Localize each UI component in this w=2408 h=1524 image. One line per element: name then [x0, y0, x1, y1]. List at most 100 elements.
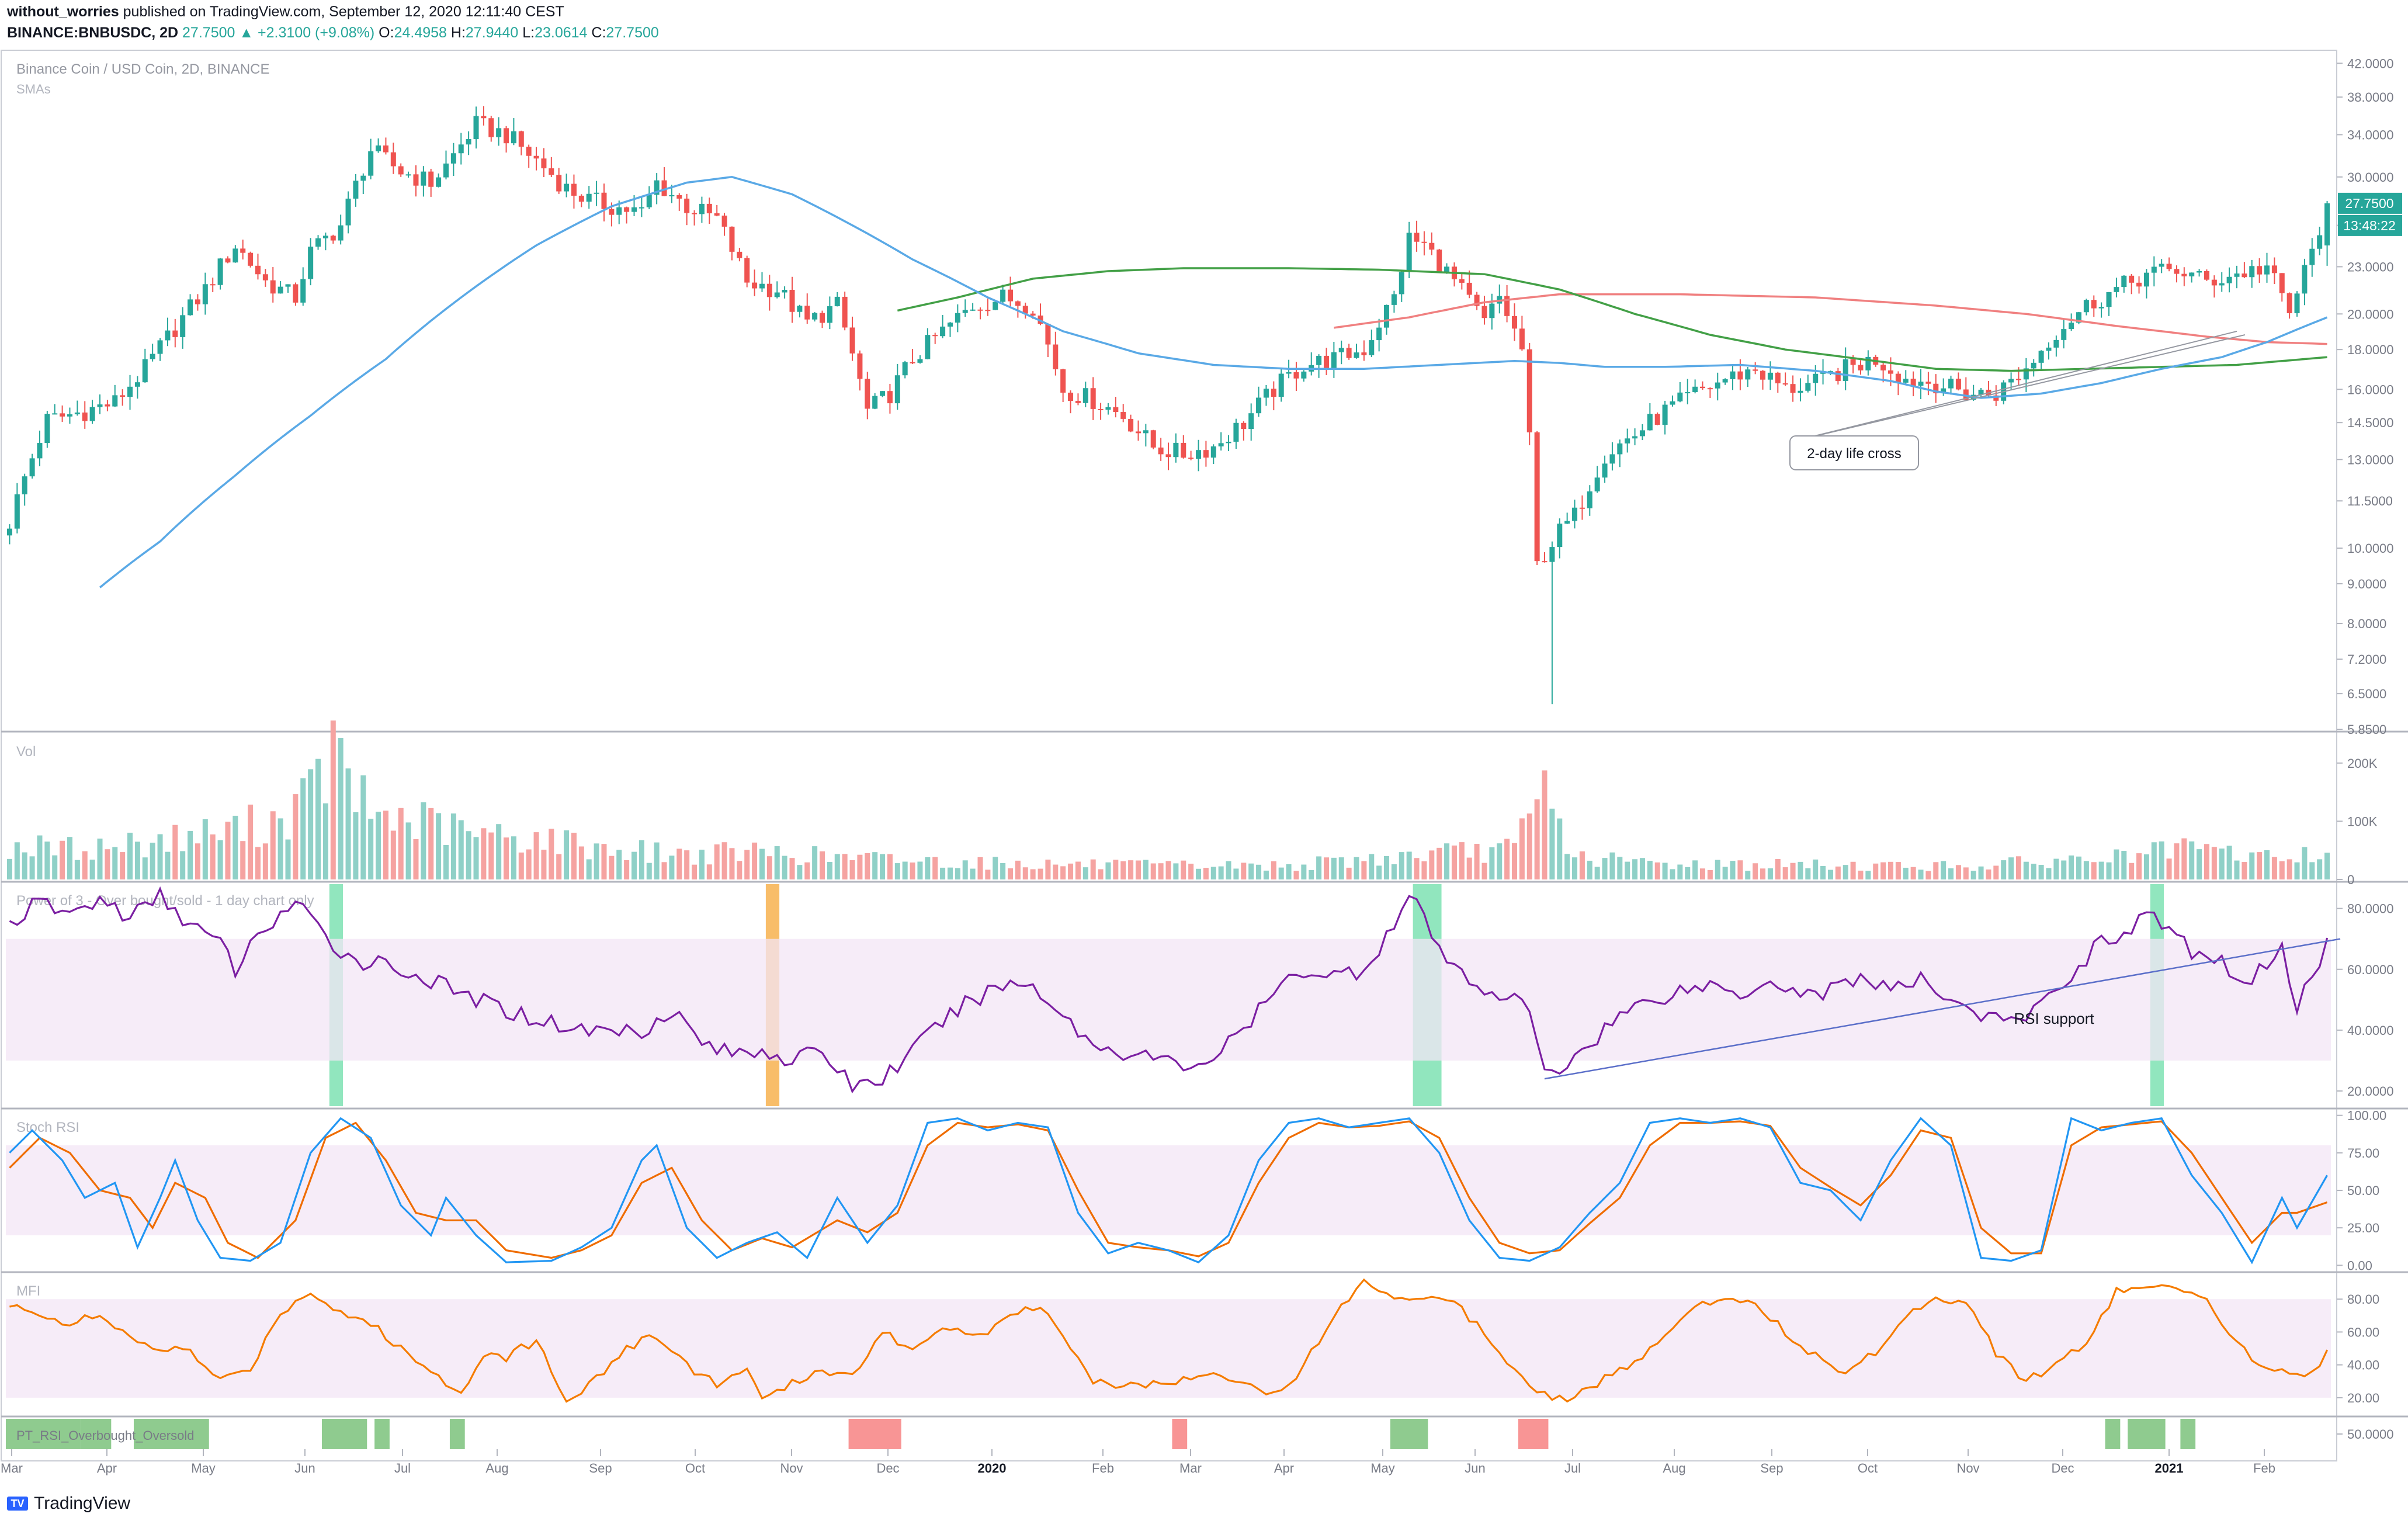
volume-bar — [1399, 852, 1404, 879]
volume-bar — [676, 848, 682, 879]
volume-bar — [1677, 864, 1683, 879]
candle-body — [1391, 294, 1397, 305]
pt-rsi-title: PT_RSI_Overbought_Oversold — [16, 1428, 195, 1443]
candle-body — [2324, 203, 2330, 246]
volume-bar — [22, 852, 27, 879]
price-tick-label: 9.0000 — [2347, 577, 2386, 591]
candle-body — [2166, 264, 2172, 269]
candle-body — [993, 302, 998, 310]
candle-body — [541, 158, 547, 169]
volume-bar — [1730, 861, 1736, 879]
volume-bar — [1271, 861, 1276, 879]
volume-bar — [1805, 868, 1811, 879]
candle-body — [1113, 407, 1119, 413]
volume-bar — [737, 861, 742, 879]
volume-bar — [1489, 847, 1495, 879]
candle-body — [511, 131, 516, 144]
candle-body — [52, 413, 58, 415]
volume-bar — [481, 828, 487, 879]
volume-bar — [1692, 860, 1698, 879]
candle-body — [308, 247, 314, 279]
candle-body — [2279, 273, 2285, 293]
candle-body — [421, 171, 426, 186]
chart-canvas[interactable]: 42.000038.000034.000030.000026.000023.00… — [0, 0, 2408, 1524]
volume-bar — [142, 857, 148, 879]
candle-body — [1692, 386, 1698, 393]
tradingview-footer-logo[interactable]: TV TradingView — [7, 1494, 130, 1513]
volume-bar — [180, 851, 186, 879]
candle-body — [1579, 507, 1585, 509]
oscillator-tick-label: 60.00 — [2347, 1325, 2379, 1339]
volume-bar — [1233, 868, 1239, 879]
volume-bar — [2317, 859, 2323, 879]
volume-bar — [60, 840, 65, 879]
candle-body — [1534, 432, 1540, 562]
volume-bar — [1579, 851, 1585, 879]
volume-bar — [1384, 855, 1390, 879]
candle-body — [1609, 454, 1615, 464]
volume-bar — [594, 843, 599, 879]
volume-bar — [1978, 866, 1984, 879]
candle-body — [1602, 463, 1608, 478]
volume-bar — [150, 843, 155, 879]
candle-body — [1677, 392, 1683, 401]
candle-body — [1338, 348, 1344, 352]
time-axis-label: Dec — [2051, 1461, 2074, 1475]
volume-tick-label: 0 — [2347, 872, 2354, 887]
volume-bar — [744, 850, 750, 879]
volume-bar — [1286, 864, 1292, 879]
candle-body — [744, 258, 750, 283]
volume-bar — [1662, 863, 1668, 879]
candle-body — [345, 198, 351, 226]
time-axis-label: Aug — [485, 1461, 508, 1475]
candle-body — [1519, 328, 1525, 349]
candle-body — [240, 248, 246, 253]
volume-bar — [849, 860, 855, 879]
volume-bar — [188, 830, 193, 879]
candle-body — [1406, 233, 1412, 272]
time-axis-label: Sep — [589, 1461, 612, 1475]
candle-body — [887, 391, 893, 404]
volume-bar — [1000, 863, 1006, 879]
oscillator-tick-label: 0.00 — [2347, 1258, 2372, 1273]
volume-bar — [1798, 861, 1803, 879]
candle-body — [390, 152, 396, 167]
volume-bar — [1128, 860, 1134, 879]
volume-bar — [1376, 865, 1382, 879]
last-price-tag-label: 27.7500 — [2345, 196, 2393, 211]
volume-bar — [2083, 861, 2089, 879]
volume-bar — [44, 841, 50, 879]
volume-bar — [1068, 863, 1074, 879]
volume-bar — [1933, 862, 1939, 879]
overbought-block — [449, 1419, 465, 1449]
volume-bar — [1466, 857, 1472, 879]
volume-bar — [2219, 848, 2225, 879]
candle-body — [405, 174, 411, 176]
volume-bar — [1369, 854, 1375, 879]
time-axis-label: Oct — [1858, 1461, 1878, 1475]
price-tick-label: 34.0000 — [2347, 127, 2394, 142]
candle-body — [1233, 422, 1239, 442]
candle-body — [105, 404, 110, 407]
volume-bar — [1632, 859, 1638, 879]
volume-bar — [1338, 857, 1344, 879]
volume-bar — [450, 813, 456, 879]
candle-body — [789, 289, 795, 312]
volume-bar — [1406, 851, 1412, 879]
candle-body — [315, 238, 321, 247]
volume-bar — [52, 855, 58, 879]
candle-body — [533, 155, 539, 159]
candle-body — [827, 306, 832, 323]
volume-bar — [1120, 861, 1126, 879]
candle-body — [2151, 266, 2157, 273]
candle-body — [2264, 265, 2270, 275]
candle-body — [1918, 382, 1924, 386]
candle-body — [2159, 264, 2164, 267]
oscillator-tick-label: 40.0000 — [2347, 1023, 2394, 1038]
volume-bar — [1790, 863, 1796, 879]
volume-bar — [1316, 856, 1322, 879]
volume-bar — [240, 841, 246, 879]
volume-bar — [2189, 841, 2195, 879]
time-axis-label: Apr — [97, 1461, 117, 1475]
candle-body — [1128, 418, 1134, 432]
